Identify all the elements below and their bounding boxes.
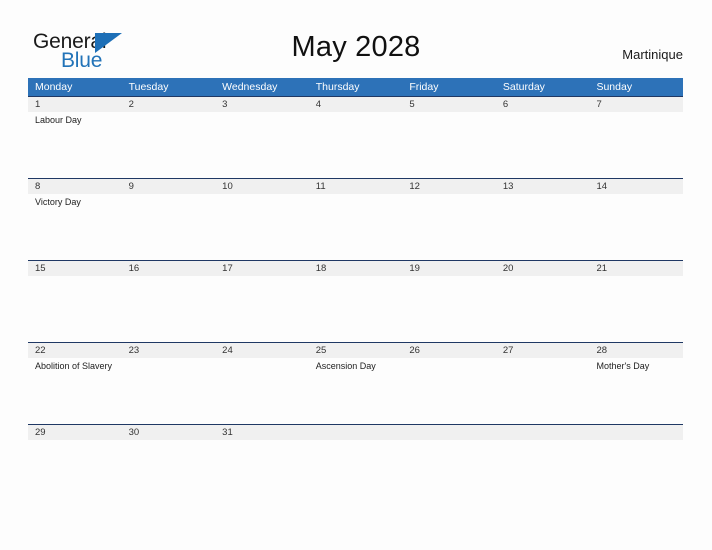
day-event-text (589, 440, 683, 470)
day-event-text (28, 440, 122, 470)
date-number[interactable]: 7 (589, 97, 683, 112)
day-event-text (122, 194, 216, 260)
day-event-text (589, 194, 683, 260)
day-event-text (122, 112, 216, 178)
calendar-week-row: 1 2 3 4 5 6 7 Labour Day (28, 96, 683, 178)
date-number[interactable]: 27 (496, 343, 590, 358)
date-number[interactable]: 3 (215, 97, 309, 112)
date-number[interactable]: 12 (402, 179, 496, 194)
day-event-text (402, 440, 496, 470)
day-event-text (28, 276, 122, 342)
date-number[interactable]: 8 (28, 179, 122, 194)
date-number[interactable]: 4 (309, 97, 403, 112)
date-number[interactable]: 25 (309, 343, 403, 358)
date-number[interactable]: 23 (122, 343, 216, 358)
day-event-text (215, 276, 309, 342)
page-title: May 2028 (291, 31, 421, 63)
day-event-text (122, 440, 216, 470)
location-label: Martinique (622, 47, 683, 62)
date-number[interactable]: 22 (28, 343, 122, 358)
day-event-text (215, 112, 309, 178)
day-event-text: Abolition of Slavery (35, 361, 113, 371)
date-number[interactable]: 1 (28, 97, 122, 112)
calendar-page: General Blue May 2028 Martinique Monday … (0, 0, 712, 550)
day-of-week-header-row: Monday Tuesday Wednesday Thursday Friday… (28, 78, 683, 96)
date-number[interactable]: 19 (402, 261, 496, 276)
date-number (589, 425, 683, 440)
day-header-friday: Friday (409, 81, 439, 93)
week-date-band: 15 16 17 18 19 20 21 (28, 261, 683, 276)
date-number[interactable]: 2 (122, 97, 216, 112)
date-number[interactable]: 29 (28, 425, 122, 440)
day-event-text (589, 276, 683, 342)
date-number[interactable]: 15 (28, 261, 122, 276)
day-event-text: Labour Day (35, 115, 82, 125)
week-date-band: 22 23 24 25 26 27 28 (28, 343, 683, 358)
date-number[interactable]: 26 (402, 343, 496, 358)
day-event-text (402, 194, 496, 260)
day-event-text (309, 112, 403, 178)
day-event-text (496, 358, 590, 424)
day-event-text: Victory Day (35, 197, 81, 207)
day-header-tuesday: Tuesday (128, 81, 169, 93)
week-event-band (28, 276, 683, 342)
day-header-saturday: Saturday (502, 81, 545, 93)
date-number[interactable]: 31 (215, 425, 309, 440)
date-number[interactable]: 24 (215, 343, 309, 358)
day-event-text (589, 112, 683, 178)
date-number[interactable]: 30 (122, 425, 216, 440)
date-number[interactable]: 20 (496, 261, 590, 276)
date-number[interactable]: 10 (215, 179, 309, 194)
day-event-text (402, 112, 496, 178)
date-number (309, 425, 403, 440)
date-number[interactable]: 9 (122, 179, 216, 194)
calendar-week-row: 15 16 17 18 19 20 21 (28, 260, 683, 342)
day-header-thursday: Thursday (315, 81, 360, 93)
week-event-band: Abolition of Slavery Ascension Day Mothe… (28, 358, 683, 424)
day-event-text: Mother's Day (596, 361, 650, 371)
day-header-wednesday: Wednesday (222, 81, 278, 93)
day-event-text (402, 358, 496, 424)
date-number[interactable]: 18 (309, 261, 403, 276)
day-header-monday: Monday (35, 81, 73, 93)
week-date-band: 29 30 31 (28, 425, 683, 440)
date-number (402, 425, 496, 440)
day-event-text (309, 276, 403, 342)
date-number[interactable]: 14 (589, 179, 683, 194)
day-event-text (122, 358, 216, 424)
week-date-band: 1 2 3 4 5 6 7 (28, 97, 683, 112)
day-event-text (122, 276, 216, 342)
week-event-band: Labour Day (28, 112, 683, 178)
date-number[interactable]: 6 (496, 97, 590, 112)
day-event-text (309, 194, 403, 260)
day-event-text (215, 194, 309, 260)
calendar-week-row: 8 9 10 11 12 13 14 Victory Day (28, 178, 683, 260)
week-date-band: 8 9 10 11 12 13 14 (28, 179, 683, 194)
date-number[interactable]: 17 (215, 261, 309, 276)
page-header: General Blue May 2028 Martinique (0, 0, 712, 78)
date-number[interactable]: 11 (309, 179, 403, 194)
day-event-text (402, 276, 496, 342)
day-event-text: Ascension Day (315, 361, 376, 371)
day-event-text (496, 440, 590, 470)
day-event-text (215, 358, 309, 424)
calendar-grid: Monday Tuesday Wednesday Thursday Friday… (28, 78, 683, 470)
day-event-text (215, 440, 309, 470)
day-event-text (496, 112, 590, 178)
date-number[interactable]: 16 (122, 261, 216, 276)
day-event-text (309, 440, 403, 470)
date-number[interactable]: 13 (496, 179, 590, 194)
date-number[interactable]: 21 (589, 261, 683, 276)
date-number[interactable]: 28 (589, 343, 683, 358)
day-event-text (496, 194, 590, 260)
date-number (496, 425, 590, 440)
day-event-text (496, 276, 590, 342)
week-event-band (28, 440, 683, 470)
date-number[interactable]: 5 (402, 97, 496, 112)
day-header-sunday: Sunday (596, 81, 633, 93)
calendar-week-row: 22 23 24 25 26 27 28 Abolition of Slaver… (28, 342, 683, 424)
calendar-week-row: 29 30 31 (28, 424, 683, 470)
week-event-band: Victory Day (28, 194, 683, 260)
